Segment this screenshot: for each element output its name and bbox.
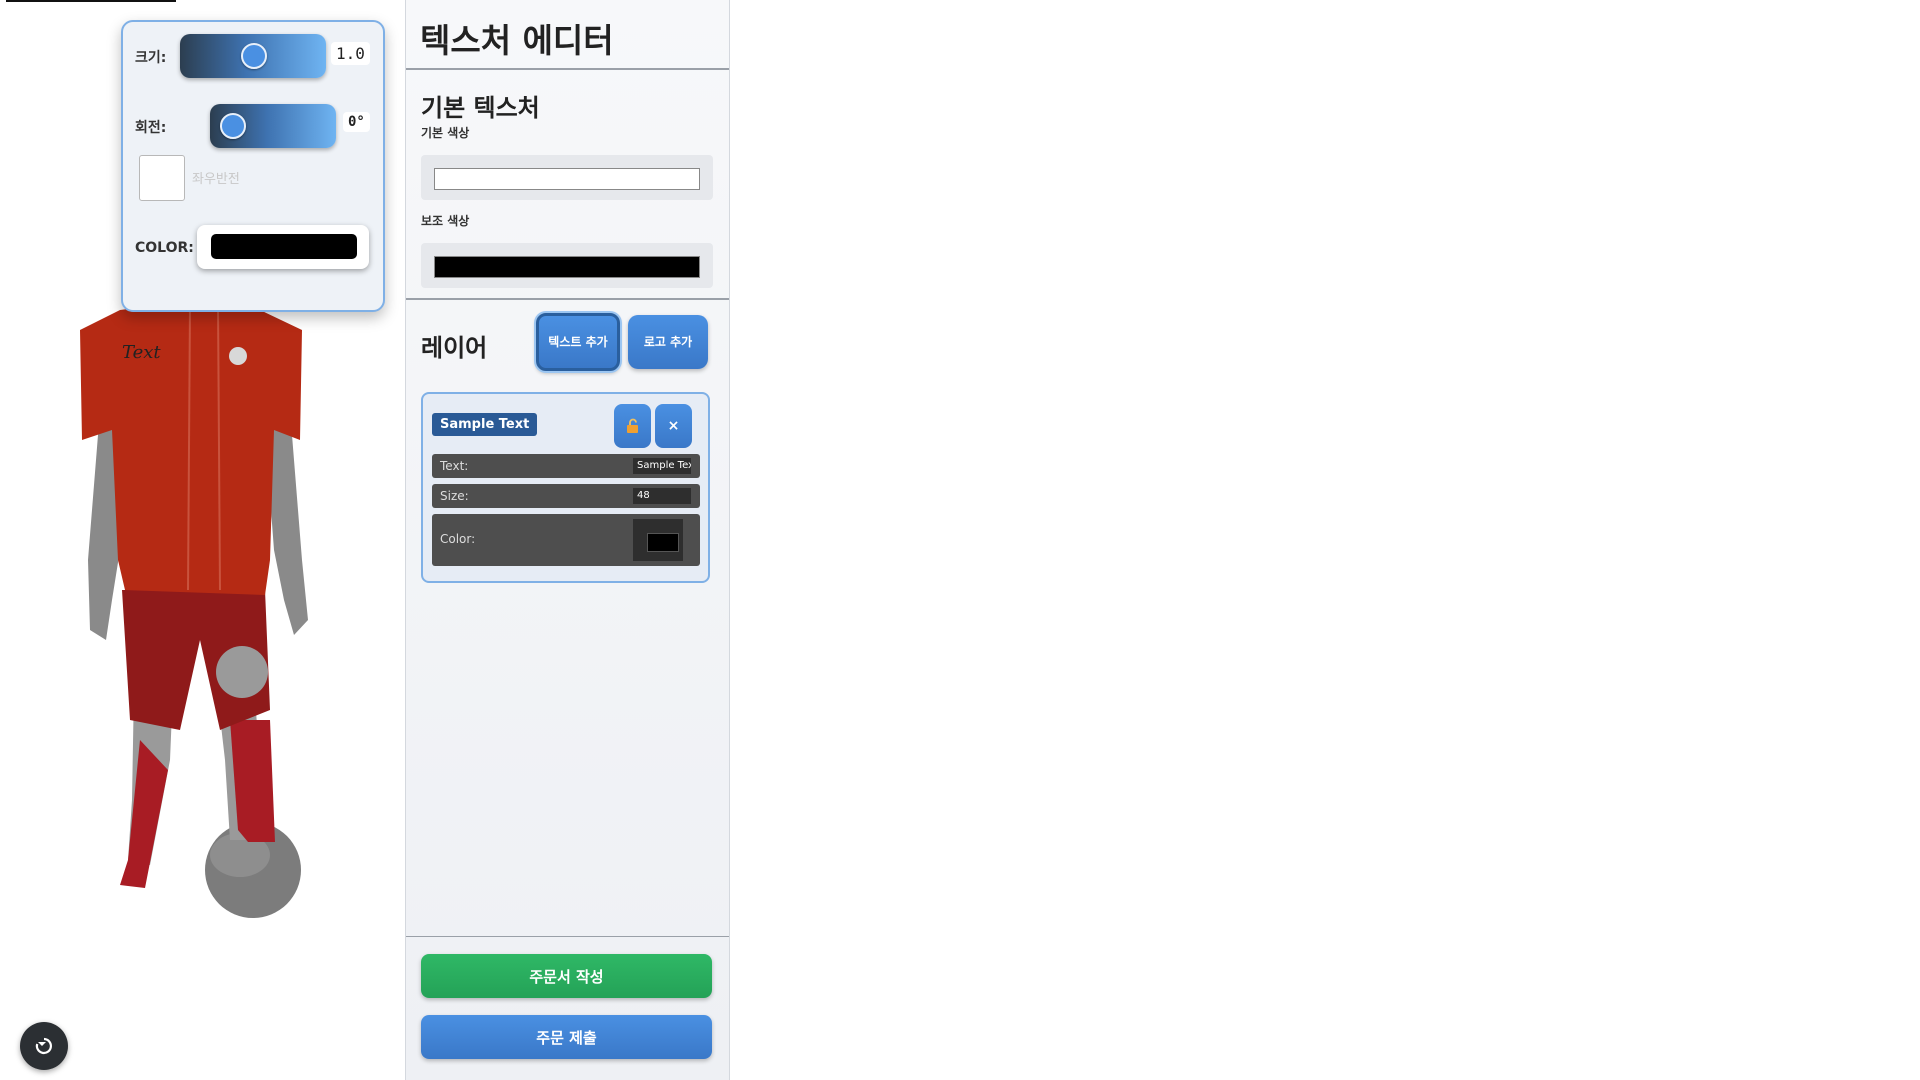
close-icon: × [667, 418, 680, 434]
rotation-slider[interactable] [210, 104, 336, 148]
editor-title: 텍스처 에디터 [420, 21, 614, 60]
model-viewport[interactable]: Text 크기: 1.0 회전: 0° 좌우반전 COLOR: [0, 0, 405, 1080]
color-property-label: Color: [440, 532, 476, 546]
scale-label: 크기: [135, 50, 167, 66]
primary-color-row [421, 155, 713, 200]
secondary-color-label: 보조 색상 [421, 214, 470, 228]
color-label: COLOR: [135, 240, 194, 256]
color-property-row: Color: [432, 514, 700, 566]
text-property-input[interactable]: Sample Text [633, 458, 691, 474]
size-property-label: Size: [440, 489, 469, 503]
color-picker-swatch [211, 234, 357, 259]
color-property-input[interactable] [633, 519, 683, 561]
text-property-label: Text: [440, 459, 469, 473]
transform-control-panel: 크기: 1.0 회전: 0° 좌우반전 COLOR: [121, 20, 385, 312]
size-property-input[interactable]: 48 [633, 488, 691, 504]
top-bar [6, 0, 176, 2]
reset-view-button[interactable] [20, 1022, 68, 1070]
primary-color-label: 기본 색상 [421, 126, 470, 140]
flip-label: 좌우반전 [192, 172, 240, 187]
divider [406, 936, 729, 937]
scale-value: 1.0 [331, 42, 370, 65]
divider [406, 298, 729, 300]
divider [406, 68, 729, 70]
color-property-swatch [647, 533, 679, 552]
size-property-row: Size: 48 [432, 484, 700, 508]
rotation-value: 0° [343, 112, 370, 132]
color-picker-button[interactable] [197, 225, 369, 269]
texture-editor-panel: 텍스처 에디터 기본 텍스처 기본 색상 보조 색상 레이어 텍스트 추가 로고… [405, 0, 730, 1080]
layer-card[interactable]: Sample Text × Text: Sample Text Size: 48… [421, 392, 710, 583]
player-model[interactable]: Text [60, 300, 340, 940]
reset-icon [35, 1037, 52, 1055]
primary-color-input[interactable] [434, 168, 700, 190]
secondary-color-input[interactable] [434, 256, 700, 278]
add-text-button[interactable]: 텍스트 추가 [536, 313, 620, 371]
flip-checkbox[interactable] [139, 155, 185, 201]
text-property-row: Text: Sample Text [432, 454, 700, 478]
submit-order-button[interactable]: 주문 제출 [421, 1015, 712, 1059]
secondary-color-row [421, 243, 713, 288]
scale-slider-thumb[interactable] [241, 43, 267, 69]
scale-slider[interactable] [180, 34, 326, 78]
rotation-label: 회전: [135, 120, 167, 136]
layer-delete-button[interactable]: × [655, 404, 692, 448]
jersey-print: Text [122, 342, 161, 363]
lock-icon [626, 418, 638, 433]
add-logo-button[interactable]: 로고 추가 [628, 315, 708, 369]
create-order-button[interactable]: 주문서 작성 [421, 954, 712, 998]
layers-title: 레이어 [421, 334, 488, 362]
rotation-slider-thumb[interactable] [220, 113, 246, 139]
layer-name[interactable]: Sample Text [432, 413, 538, 436]
base-texture-title: 기본 텍스처 [421, 94, 540, 122]
layer-lock-button[interactable] [614, 404, 651, 448]
